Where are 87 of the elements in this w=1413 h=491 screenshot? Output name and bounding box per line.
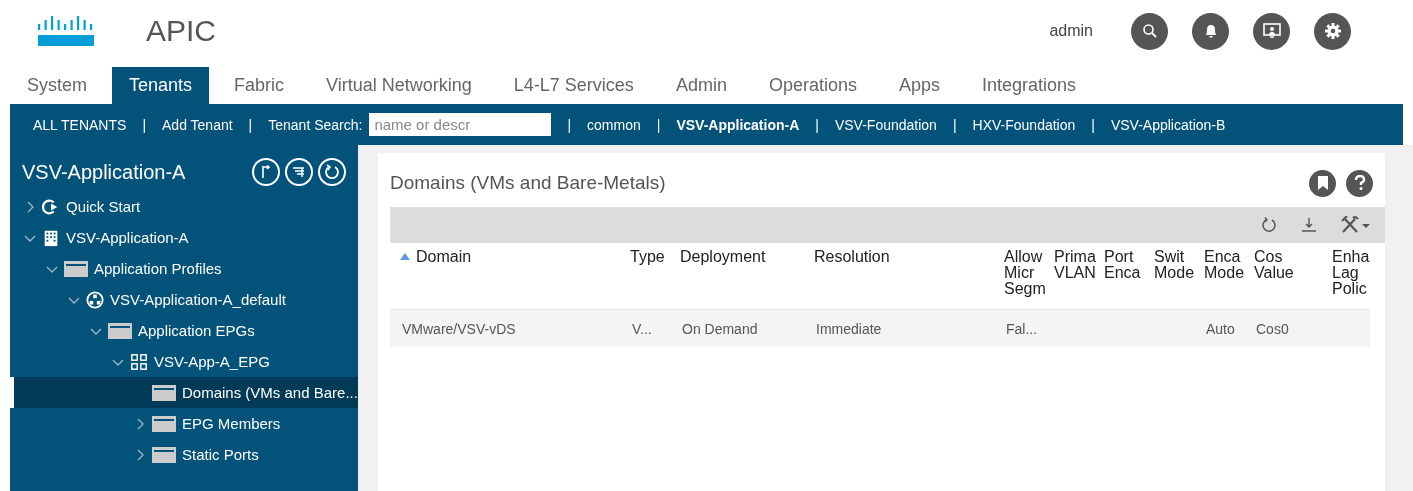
search-icon [1141, 23, 1158, 39]
tree-item[interactable]: VSV-Application-A [10, 222, 358, 253]
folder-icon [152, 445, 176, 464]
search-label: Tenant Search: [268, 116, 363, 133]
nav-tab[interactable]: Tenants [112, 67, 210, 104]
tenant-link[interactable]: VSV-Application-A [676, 116, 800, 133]
column-header[interactable]: Cos Value [1252, 243, 1330, 309]
connected-squares-icon [130, 352, 148, 371]
bookmark-icon [1316, 176, 1329, 190]
sort-caret-icon [400, 252, 410, 260]
pin-button[interactable] [252, 158, 280, 186]
list-icon [292, 165, 306, 179]
nav-tab[interactable]: System [10, 67, 104, 104]
tenant-link[interactable]: VSV-Foundation [834, 116, 937, 133]
bookmark-button[interactable] [1309, 169, 1336, 197]
product-title: APIC [146, 14, 217, 48]
flag-icon [259, 165, 273, 179]
column-header[interactable]: Resolution [812, 243, 1002, 309]
column-header[interactable]: Type [628, 243, 678, 309]
table-cell: On Demand [678, 309, 812, 347]
subnav-link[interactable]: Add Tenant [162, 116, 233, 133]
folder-icon [152, 383, 176, 402]
separator-text: | [567, 116, 572, 133]
table-cell: Cos0 [1252, 309, 1330, 347]
table-cell [1330, 309, 1370, 347]
refresh-icon [324, 164, 340, 180]
column-header[interactable]: Domain [390, 243, 628, 309]
network-circle-icon [86, 290, 104, 309]
logo-icon [36, 14, 96, 48]
nav-tab[interactable]: Operations [751, 67, 874, 104]
separator-text: | [1091, 116, 1095, 133]
tree-item[interactable]: EPG Members [10, 408, 358, 439]
tenant-link[interactable]: common [587, 116, 641, 133]
monitor-button[interactable] [1253, 12, 1290, 50]
monitor-icon [1262, 23, 1281, 39]
subnav-link[interactable]: ALL TENANTS [33, 116, 127, 133]
nav-tab[interactable]: Virtual Networking [309, 67, 489, 104]
table-cell: Fal... [1002, 309, 1052, 347]
filter-list-button[interactable] [285, 158, 313, 186]
sidebar-title: VSV-Application-A [22, 160, 187, 184]
separator-text: | [142, 116, 146, 133]
tree-item[interactable]: Application EPGs [10, 315, 358, 346]
nav-tab[interactable]: Fabric [217, 67, 302, 104]
separator-text: | [952, 116, 957, 133]
help-button[interactable] [1346, 169, 1373, 197]
column-header[interactable]: Swit Mode [1152, 243, 1202, 309]
settings-icon [1323, 22, 1342, 40]
nav-tab[interactable]: Integrations [965, 67, 1094, 104]
table-cell: VMware/VSV-vDS [390, 309, 628, 347]
tree-item[interactable]: Application Profiles [10, 253, 358, 284]
nav-tab[interactable]: Apps [881, 67, 957, 104]
separator-text: | [656, 116, 661, 133]
tree-item[interactable]: Domains (VMs and Bare... [10, 377, 358, 408]
tenant-link[interactable]: HXV-Foundation [972, 116, 1076, 133]
column-header[interactable]: Allow Micr Segm [1002, 243, 1052, 309]
column-header[interactable]: Prima VLAN [1052, 243, 1102, 309]
refresh-button[interactable] [1261, 217, 1277, 233]
panel-title: Domains (VMs and Bare-Metals) [390, 172, 667, 194]
bell-button[interactable] [1192, 12, 1229, 50]
folder-icon [64, 259, 88, 278]
tenant-search-field[interactable]: name or descr [369, 113, 552, 136]
folder-icon [152, 414, 176, 433]
column-header[interactable]: Enha Lag Polic [1330, 243, 1370, 309]
table-cell: Immediate [812, 309, 1002, 347]
column-header[interactable]: Deployment [678, 243, 812, 309]
refresh-button[interactable] [318, 158, 346, 186]
table-cell: V... [628, 309, 678, 347]
tree-item[interactable]: Quick Start [10, 191, 358, 222]
question-mark-icon [1353, 175, 1366, 191]
folder-icon [108, 321, 132, 340]
table-cell: Auto [1202, 309, 1252, 347]
tenant-link[interactable]: VSV-Application-B [1110, 116, 1226, 133]
separator-text: | [815, 116, 819, 133]
column-header[interactable]: Port Enca [1102, 243, 1152, 309]
nav-tab[interactable]: L4-L7 Services [496, 67, 651, 104]
tree-item[interactable]: VSV-App-A_EPG [10, 346, 358, 377]
user-name[interactable]: admin [1049, 22, 1093, 40]
separator-text: | [248, 116, 253, 133]
download-button[interactable] [1301, 217, 1317, 233]
column-header[interactable]: Enca Mode [1202, 243, 1252, 309]
tree-item[interactable]: VSV-Application-A_default [10, 284, 358, 315]
settings-button[interactable] [1314, 12, 1351, 50]
building-icon [42, 228, 60, 247]
tree-item[interactable]: Static Ports [10, 439, 358, 470]
tools-menu-button[interactable] [1341, 216, 1371, 234]
nav-tab[interactable]: Admin [658, 67, 744, 104]
search-button[interactable] [1131, 12, 1168, 50]
